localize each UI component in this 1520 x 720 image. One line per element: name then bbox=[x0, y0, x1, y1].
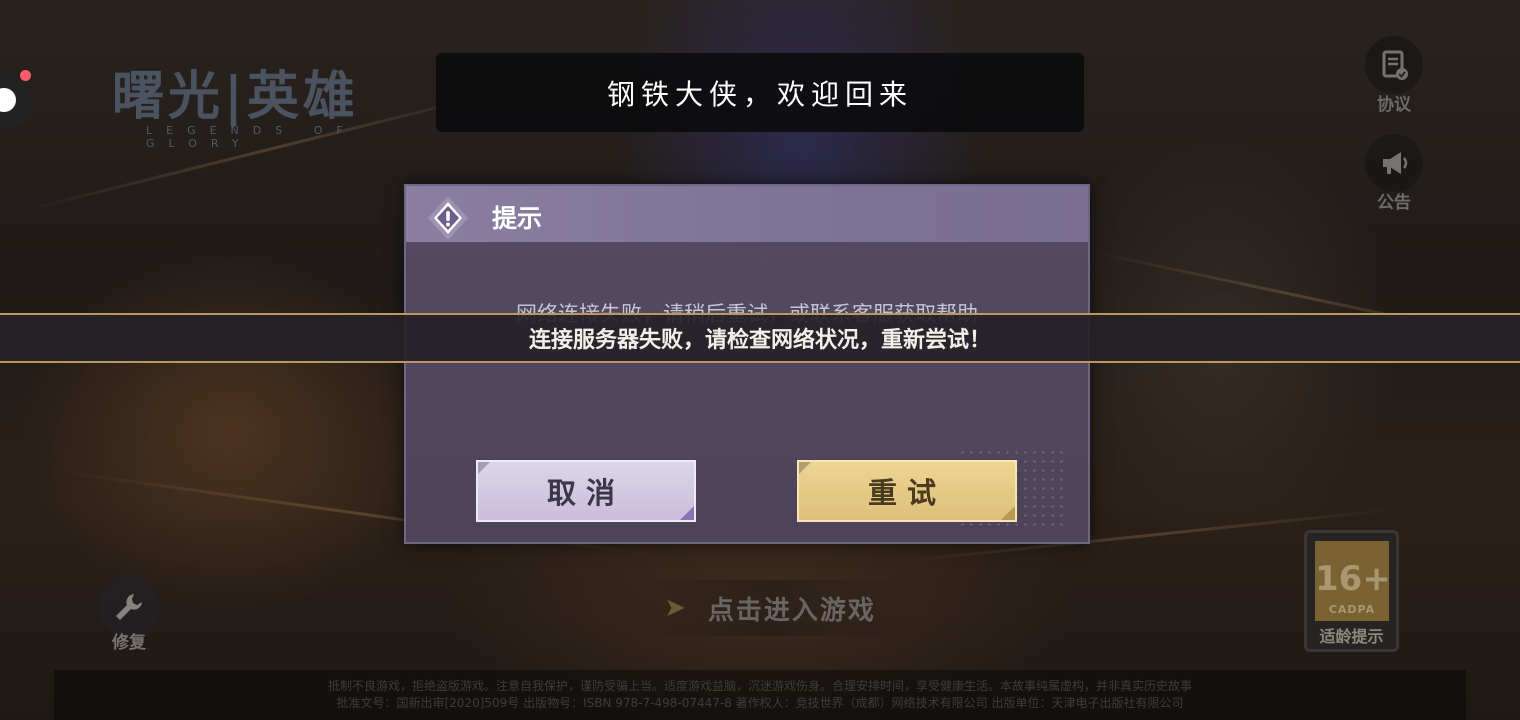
wrench-icon bbox=[116, 594, 142, 620]
welcome-banner: 钢铁大侠，欢迎回来 bbox=[436, 53, 1084, 132]
dialog-title: 提示 bbox=[492, 204, 543, 233]
disclaimer-line-2: 批准文号：国新出审[2020]509号 出版物号：ISBN 978-7-498-… bbox=[336, 696, 1184, 710]
agreement-button[interactable]: 协议 bbox=[1362, 36, 1426, 115]
dialog-header: 提示 bbox=[406, 186, 1088, 242]
warning-diamond-icon bbox=[428, 196, 468, 240]
repair-label: 修复 bbox=[112, 633, 146, 653]
repair-button[interactable]: 修复 bbox=[96, 576, 162, 653]
logo-subtitle: LEGENDS OF GLORY bbox=[146, 124, 357, 150]
age-rating-badge[interactable]: 16+ CADPA 适龄提示 bbox=[1304, 530, 1399, 652]
cancel-button-label: 取消 bbox=[546, 476, 625, 510]
welcome-text: 钢铁大侠，欢迎回来 bbox=[606, 77, 913, 111]
disclaimer-footer: 抵制不良游戏，拒绝盗版游戏。注意自我保护，谨防受骗上当。适度游戏益脑，沉迷游戏伤… bbox=[54, 670, 1466, 720]
retry-button[interactable]: 重试 bbox=[797, 460, 1017, 522]
notice-button[interactable]: 公告 bbox=[1362, 134, 1426, 213]
age-rating-number: 16+ bbox=[1315, 559, 1391, 599]
notice-label: 公告 bbox=[1377, 193, 1411, 213]
retry-button-label: 重试 bbox=[867, 476, 946, 510]
assistant-knob-icon bbox=[0, 88, 16, 112]
alert-dialog: 提示 网络连接失败，请稍后重试，或联系客服获取帮助 取消 重试 bbox=[404, 184, 1090, 544]
toast-text: 连接服务器失败，请检查网络状况，重新尝试！ bbox=[528, 328, 991, 353]
logo-title: 曙光|英雄 bbox=[112, 66, 359, 127]
document-check-icon bbox=[1382, 50, 1408, 80]
enter-game-button[interactable]: ➤ 点击进入游戏 bbox=[620, 580, 920, 636]
age-rating-org: CADPA bbox=[1328, 603, 1376, 616]
megaphone-icon bbox=[1383, 152, 1408, 174]
disclaimer-line-1: 抵制不良游戏，拒绝盗版游戏。注意自我保护，谨防受骗上当。适度游戏益脑，沉迷游戏伤… bbox=[327, 679, 1192, 693]
enter-game-label: 点击进入游戏 bbox=[707, 595, 876, 626]
game-logo: 曙光|英雄 LEGENDS OF GLORY bbox=[112, 66, 442, 150]
age-rating-plate: 16+ CADPA bbox=[1315, 541, 1391, 621]
error-toast: 连接服务器失败，请检查网络状况，重新尝试！ bbox=[0, 313, 1520, 363]
age-rating-label: 适龄提示 bbox=[1319, 627, 1384, 646]
notification-dot-icon bbox=[20, 70, 31, 81]
double-chevron-right-icon: ➤ bbox=[664, 593, 686, 623]
cancel-button[interactable]: 取消 bbox=[476, 460, 696, 522]
agreement-label: 协议 bbox=[1377, 95, 1411, 115]
